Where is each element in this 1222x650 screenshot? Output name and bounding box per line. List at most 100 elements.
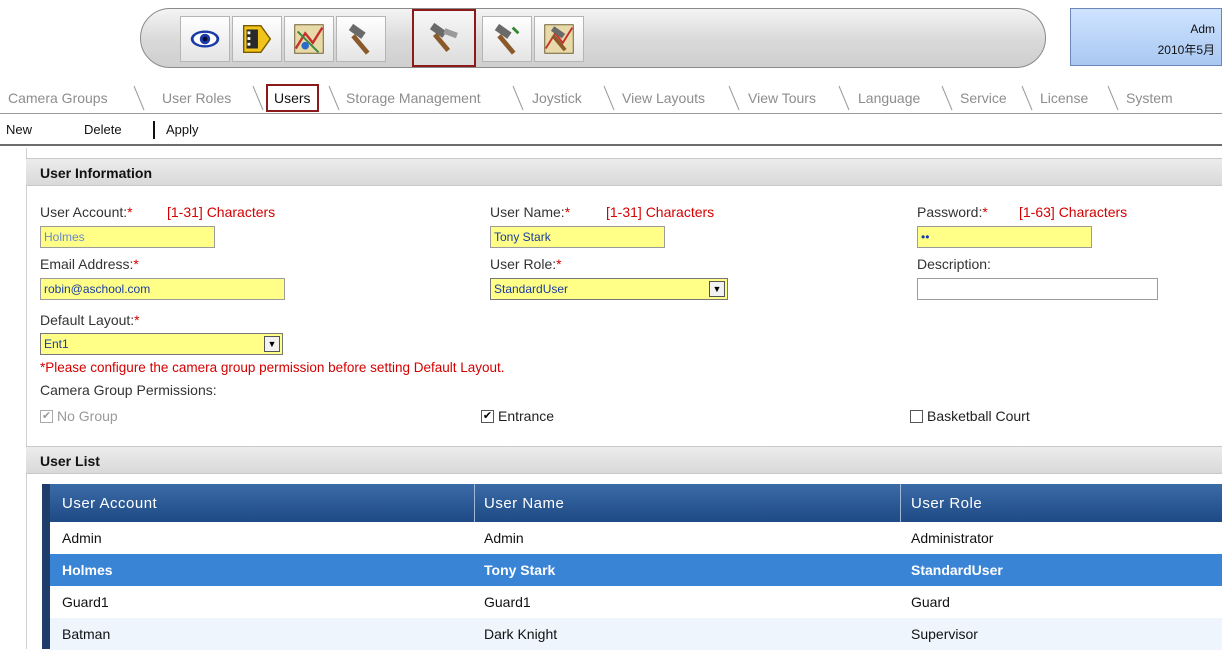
cell-role: StandardUser [911, 562, 1003, 578]
tab-users[interactable]: Users [266, 84, 319, 112]
cell-account: Holmes [62, 562, 113, 578]
playback-button[interactable] [232, 16, 282, 62]
session-info: Adm 2010年5月 [1070, 8, 1222, 66]
user-information-header: User Information [26, 158, 1222, 186]
tab-joystick[interactable]: Joystick [526, 86, 588, 110]
column-user-account[interactable]: User Account [62, 495, 157, 512]
description-label: Description: [917, 256, 991, 272]
user-list-title: User List [40, 453, 100, 469]
user-name-hint: [1-31] Characters [606, 204, 715, 220]
password-label: Password:* [917, 204, 988, 220]
cell-role: Administrator [911, 530, 994, 546]
tab-view-layouts[interactable]: View Layouts [616, 86, 711, 110]
tab-license[interactable]: License [1034, 86, 1094, 110]
table-row[interactable]: Admin Admin Administrator [50, 522, 1222, 554]
setup-tools-icon [429, 22, 458, 52]
tab-camera-groups[interactable]: Camera Groups [2, 86, 114, 110]
user-name-field[interactable]: Tony Stark [490, 226, 665, 248]
column-divider [900, 484, 901, 522]
email-field[interactable]: robin@aschool.com [40, 278, 285, 300]
cell-name: Dark Knight [484, 626, 558, 642]
emap-button[interactable] [284, 16, 334, 62]
user-role-value: StandardUser [494, 282, 569, 296]
table-header: User Account User Name User Role [50, 484, 1222, 522]
tab-system[interactable]: System [1120, 86, 1179, 110]
permission-entrance[interactable]: ✔ Entrance [481, 408, 554, 424]
cell-role: Guard [911, 594, 950, 610]
checkbox-unchecked-icon[interactable] [910, 409, 923, 423]
cell-account: Admin [62, 530, 102, 546]
permission-basketball-court[interactable]: Basketball Court [910, 408, 1030, 424]
tab-divider [838, 85, 850, 111]
live-view-button[interactable] [180, 16, 230, 62]
chevron-down-icon[interactable]: ▼ [264, 336, 280, 352]
eye-icon [190, 30, 220, 48]
tab-divider [1021, 85, 1033, 111]
action-bar: New Delete Apply [0, 116, 1222, 146]
tools-settings-icon [544, 24, 574, 54]
user-account-hint: [1-31] Characters [167, 204, 276, 220]
column-divider [474, 484, 475, 522]
logged-in-user: Adm [1190, 22, 1215, 36]
new-button[interactable]: New [6, 122, 32, 137]
map-setup-button[interactable] [534, 16, 584, 62]
table-row[interactable]: Guard1 Guard1 Guard [50, 586, 1222, 618]
tab-divider [1107, 85, 1119, 111]
column-user-name[interactable]: User Name [484, 495, 564, 512]
description-field[interactable] [917, 278, 1158, 300]
user-setup-button[interactable] [412, 9, 476, 67]
tab-user-roles[interactable]: User Roles [156, 86, 237, 110]
cell-name: Guard1 [484, 594, 531, 610]
table-row[interactable]: Batman Dark Knight Supervisor [50, 618, 1222, 650]
tab-divider [728, 85, 740, 111]
user-role-label: User Role:* [490, 256, 562, 272]
permission-no-group[interactable]: ✔ No Group [40, 408, 118, 424]
column-user-role[interactable]: User Role [911, 495, 982, 512]
user-role-select[interactable]: StandardUser ▼ [490, 278, 728, 300]
user-list-table: User Account User Name User Role Admin A… [42, 484, 1222, 650]
device-setup-button[interactable] [482, 16, 532, 62]
settings-tabs: Camera Groups User Roles Users Storage M… [0, 82, 1222, 114]
tab-divider [941, 85, 953, 111]
user-account-label: User Account:* [40, 204, 133, 220]
checkbox-checked-icon[interactable]: ✔ [40, 409, 53, 423]
password-field[interactable]: •• [917, 226, 1092, 248]
chevron-down-icon[interactable]: ▼ [709, 281, 725, 297]
tab-service[interactable]: Service [954, 86, 1013, 110]
default-layout-value: Ent1 [44, 337, 69, 351]
user-name-label: User Name:* [490, 204, 571, 220]
cell-name: Admin [484, 530, 524, 546]
tab-divider [133, 85, 145, 111]
cell-name: Tony Stark [484, 562, 556, 578]
map-layout-icon [294, 24, 324, 54]
checkbox-checked-icon[interactable]: ✔ [481, 409, 494, 423]
cell-account: Batman [62, 626, 111, 642]
table-row-selected[interactable]: Holmes Tony Stark StandardUser [50, 554, 1222, 586]
tab-storage-management[interactable]: Storage Management [340, 86, 487, 110]
default-layout-label: Default Layout:* [40, 312, 140, 328]
top-toolbar: Adm 2010年5月 [0, 0, 1222, 78]
tab-divider [512, 85, 524, 111]
cell-role: Supervisor [911, 626, 978, 642]
action-separator [153, 121, 155, 139]
user-list-header: User List [26, 446, 1222, 474]
default-layout-select[interactable]: Ent1 ▼ [40, 333, 283, 355]
apply-button[interactable]: Apply [166, 122, 199, 137]
password-hint: [1-63] Characters [1019, 204, 1128, 220]
tab-language[interactable]: Language [852, 86, 926, 110]
current-date: 2010年5月 [1157, 43, 1215, 57]
playback-film-icon [242, 24, 272, 54]
hammer-wrench-icon [494, 23, 520, 55]
layout-warning: *Please configure the camera group permi… [40, 360, 505, 375]
user-information-title: User Information [40, 165, 153, 181]
tab-divider [603, 85, 615, 111]
camera-group-permissions-label: Camera Group Permissions: [40, 382, 217, 398]
tab-divider [328, 85, 340, 111]
user-account-field[interactable]: Holmes [40, 226, 215, 248]
delete-button[interactable]: Delete [84, 122, 122, 137]
hammer-tool-icon [348, 23, 370, 55]
setup-button[interactable] [336, 16, 386, 62]
email-label: Email Address:* [40, 256, 139, 272]
cell-account: Guard1 [62, 594, 109, 610]
tab-view-tours[interactable]: View Tours [742, 86, 822, 110]
